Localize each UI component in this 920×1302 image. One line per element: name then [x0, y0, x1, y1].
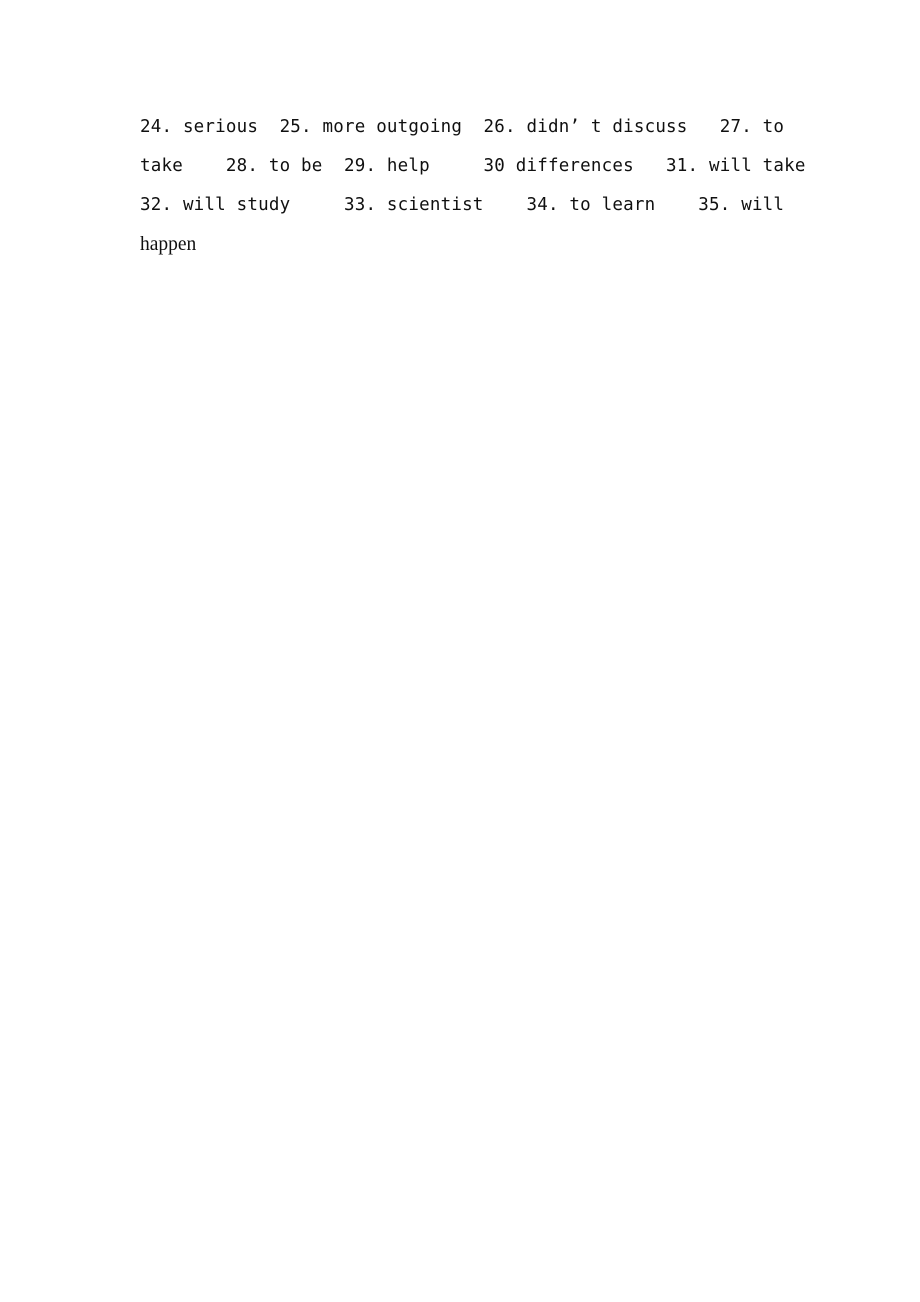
answer-line-1: 24. serious 25. more outgoing 26. didn’ …	[140, 117, 785, 137]
answer-line-3: 32. will study 33. scientist 34. to lear…	[140, 195, 785, 215]
answer-line-2: take 28. to be 29. help 30 differences 3…	[140, 156, 806, 176]
answer-key-text-block: 24. serious 25. more outgoing 26. didn’ …	[140, 108, 806, 264]
document-page: 24. serious 25. more outgoing 26. didn’ …	[0, 0, 920, 1302]
answer-line-4: happen	[140, 234, 197, 255]
